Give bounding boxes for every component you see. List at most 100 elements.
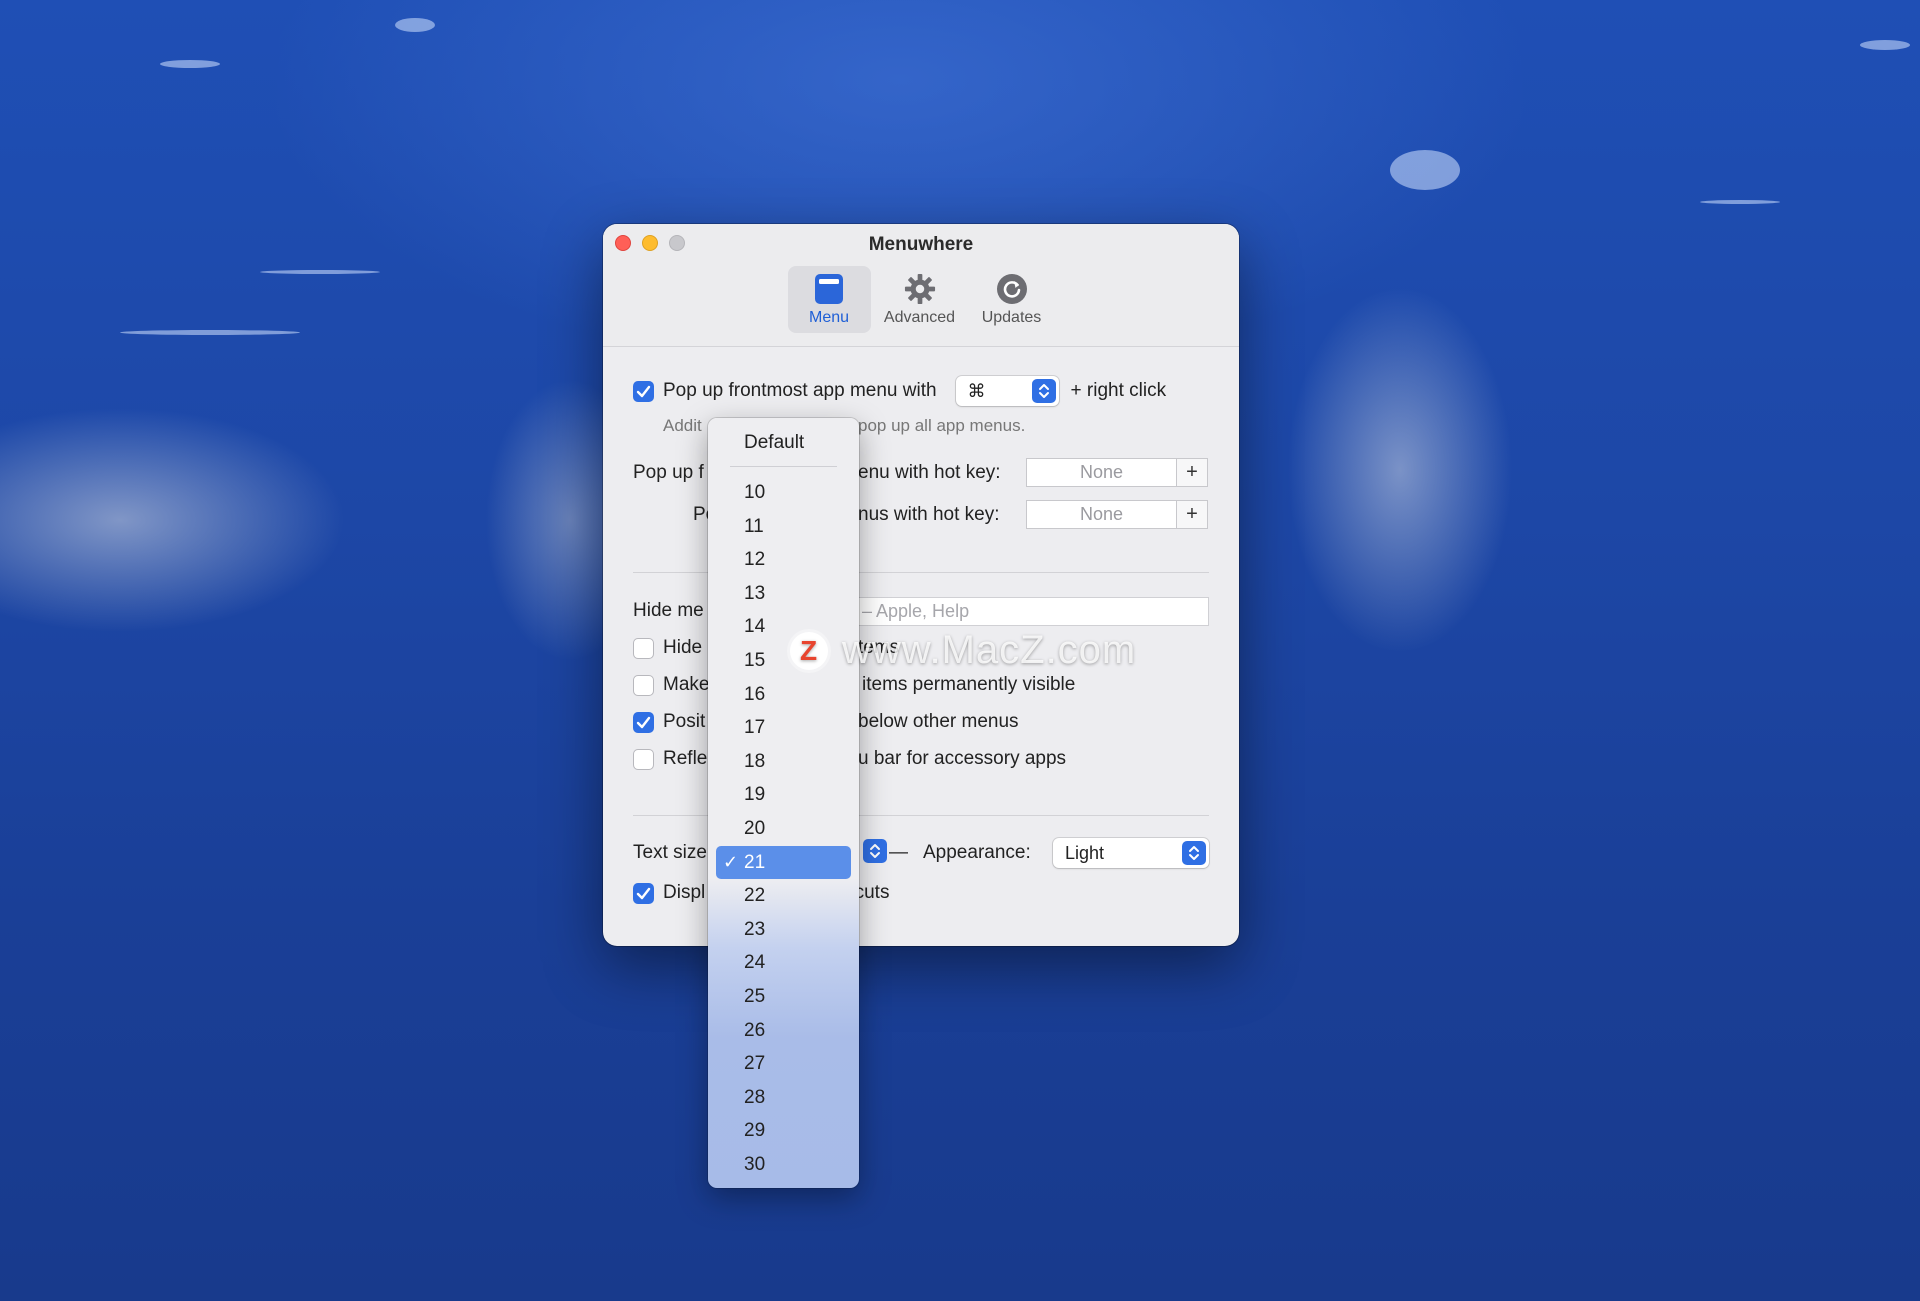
option-label-left: Refle (663, 748, 708, 769)
menu-separator (730, 466, 837, 467)
popup-frontmost-row: Pop up frontmost app menu with ⌘ + right… (633, 376, 1166, 406)
option-label-right: items permanently visible (862, 674, 1076, 695)
option-checkbox[interactable] (633, 748, 654, 770)
hotkey1-value: None (1027, 459, 1177, 486)
title-bar: Menuwhere Menu Advanced Updates (603, 224, 1239, 347)
hotkey2-value: None (1027, 501, 1177, 528)
menu-item-label: 19 (744, 784, 766, 806)
menu-item-label: 17 (744, 717, 766, 739)
watermark: Z www.MacZ.com (790, 628, 1136, 673)
menu-item-label: 12 (744, 549, 766, 571)
menu-item-size[interactable]: 19 (708, 778, 859, 811)
menu-item-size[interactable]: 17 (708, 711, 859, 744)
menu-item-label: 15 (744, 650, 766, 671)
tab-menu[interactable]: Menu (787, 266, 871, 333)
menu-item-label: 30 (744, 1154, 766, 1175)
hint-text-left: Addit (663, 416, 702, 435)
menu-item-size[interactable]: 12 (708, 543, 859, 576)
menu-item-label: 14 (744, 616, 766, 638)
menu-item-label: 25 (744, 986, 766, 1007)
tab-advanced-label: Advanced (883, 309, 956, 326)
tab-updates[interactable]: Updates (969, 266, 1055, 333)
menu-item-label: 16 (744, 683, 766, 705)
window-title: Menuwhere (868, 234, 974, 255)
option-row: Make (633, 674, 709, 696)
menu-item-size[interactable]: 29 (708, 1114, 859, 1147)
preferences-window: Menuwhere Menu Advanced Updates Pop up f… (603, 224, 1239, 946)
checkmark-icon: ✓ (723, 851, 739, 872)
menu-item-size[interactable]: 23 (708, 913, 859, 946)
menu-item-size[interactable]: ✓ 21 (716, 845, 851, 879)
menu-icon (813, 273, 845, 305)
hide-menus-label: Hide me (633, 600, 704, 621)
menu-item-size[interactable]: 10 (708, 476, 859, 509)
option-label-right: u bar for accessory apps (858, 748, 1067, 769)
checkmark-icon (636, 716, 651, 728)
hotkey1-add-button[interactable]: + (1177, 459, 1207, 486)
hide-menus-placeholder: – Apple, Help (862, 601, 970, 621)
menu-item-size[interactable]: 27 (708, 1047, 859, 1080)
option-label-right: below other menus (858, 711, 1019, 732)
dash-separator: — (889, 842, 908, 863)
hide-menus-field[interactable]: – Apple, Help (853, 597, 1209, 626)
menu-item-size[interactable]: 22 (708, 879, 859, 912)
menu-item-size[interactable]: 16 (708, 678, 859, 711)
appearance-value: Light (1065, 842, 1105, 863)
menu-item-label: 10 (744, 482, 766, 503)
menu-item-size[interactable]: 11 (708, 510, 859, 543)
stepper-icon (863, 839, 887, 863)
menu-item-size[interactable]: 24 (708, 946, 859, 979)
display-shortcuts-label-left: Displ (663, 882, 706, 903)
display-shortcuts-checkbox[interactable] (633, 882, 654, 904)
checkmark-icon (636, 887, 651, 899)
stepper-icon (1031, 379, 1056, 403)
menu-item-size[interactable]: 20 (708, 812, 859, 845)
option-checkbox[interactable] (633, 711, 654, 733)
menu-item-label: 18 (744, 750, 766, 772)
menu-item-size[interactable]: 25 (708, 980, 859, 1013)
menu-item-default[interactable]: Default (708, 426, 859, 459)
menu-item-size[interactable]: 26 (708, 1014, 859, 1047)
option-label-left: Hide (663, 637, 703, 658)
watermark-logo: Z (790, 631, 828, 670)
menu-item-label: 21 (744, 851, 766, 873)
modifier-value: ⌘ (967, 380, 986, 401)
option-label-left: Posit (663, 711, 706, 732)
appearance-popup[interactable]: Light (1053, 838, 1209, 868)
menu-item-label: 13 (744, 582, 766, 604)
popup-frontmost-checkbox[interactable] (633, 380, 654, 402)
hotkey2-recorder[interactable]: None + (1026, 500, 1208, 529)
menu-item-size[interactable]: 30 (708, 1148, 859, 1181)
menu-item-label: 11 (744, 515, 764, 537)
display-shortcuts-row: Displ (633, 882, 705, 904)
menu-item-size[interactable]: 28 (708, 1081, 859, 1114)
text-size-stepper-tail[interactable] (863, 839, 887, 863)
menu-item-label: 28 (744, 1086, 766, 1108)
appearance-label: Appearance: (923, 842, 1031, 863)
option-checkbox[interactable] (633, 637, 654, 659)
checkmark-icon (636, 385, 651, 397)
menu-item-size[interactable]: 18 (708, 745, 859, 778)
menu-item-label: 29 (744, 1120, 766, 1142)
refresh-icon (996, 273, 1028, 305)
tab-advanced[interactable]: Advanced (877, 266, 963, 333)
menu-item-label: 27 (744, 1053, 766, 1075)
hotkey2-label-right: nus with hot key: (858, 504, 1000, 525)
option-label-left: Make (663, 674, 710, 695)
menu-item-label: 22 (744, 885, 766, 907)
right-click-label: + right click (1070, 380, 1167, 401)
hotkey1-label-right: enu with hot key: (858, 462, 1001, 483)
hotkey1-recorder[interactable]: None + (1026, 458, 1208, 487)
hint-text-right: pop up all app menus. (858, 416, 1026, 435)
option-row: Refle (633, 748, 707, 770)
hotkey2-add-button[interactable]: + (1177, 501, 1207, 528)
tab-menu-label: Menu (808, 309, 850, 326)
gear-icon (904, 273, 936, 305)
option-checkbox[interactable] (633, 674, 654, 696)
watermark-logo-letter: Z (799, 634, 819, 666)
menu-item-size[interactable]: 13 (708, 577, 859, 610)
menu-item-label: 20 (744, 818, 766, 839)
menu-item-label: 23 (744, 918, 766, 940)
text-size-dropdown: Default 10 11 12 13 14 15 16 17 18 19 20 ✓ 21 22 23 24 2… (708, 418, 859, 1188)
modifier-popup[interactable]: ⌘ (955, 376, 1059, 406)
